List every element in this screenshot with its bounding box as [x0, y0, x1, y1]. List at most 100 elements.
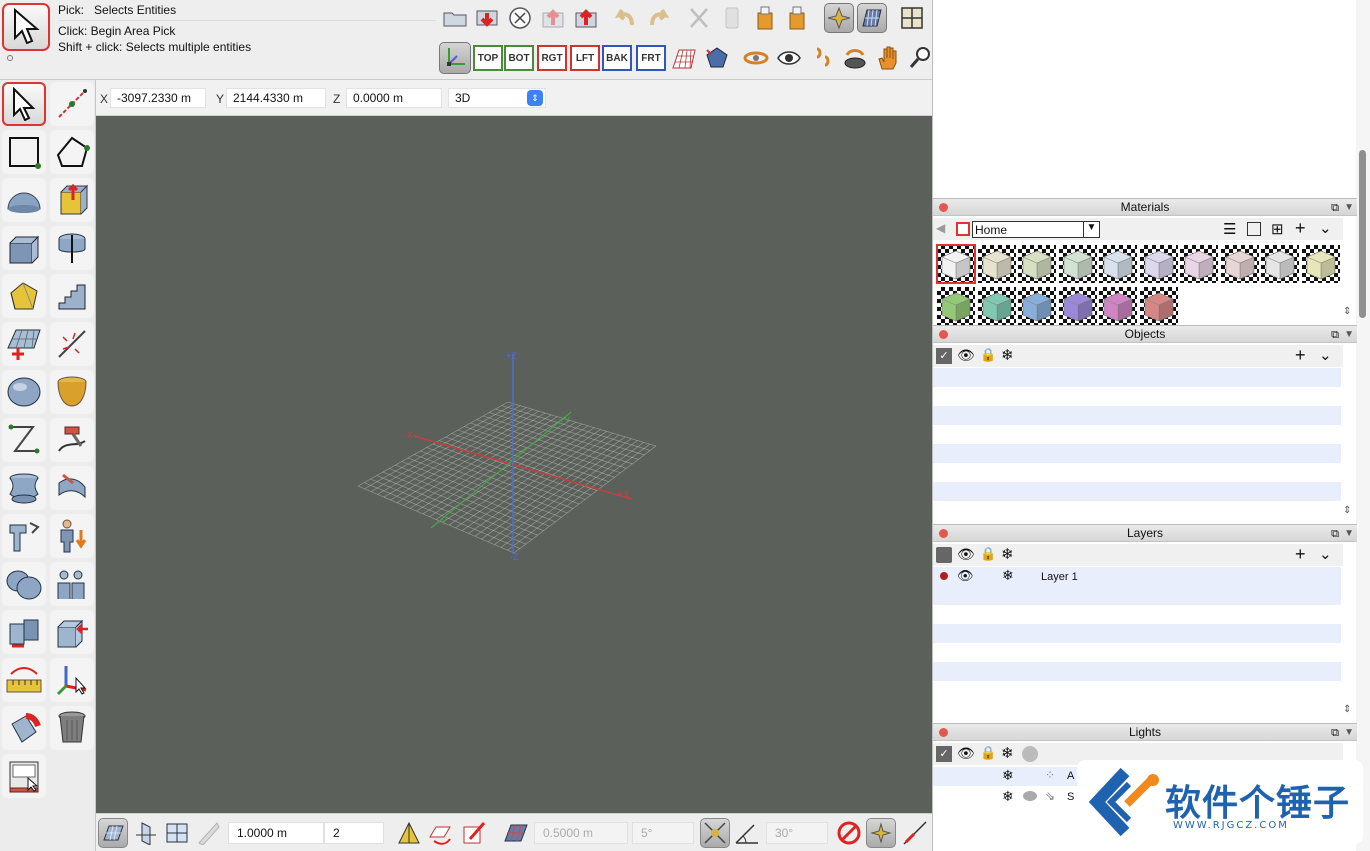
open-file-button[interactable] — [440, 3, 470, 33]
perspective-grid-button[interactable] — [669, 43, 699, 73]
snowflake-icon[interactable]: ❄ — [1002, 567, 1014, 584]
stepper-updown-icon[interactable]: ⇕ — [1343, 704, 1351, 715]
copy-button[interactable] — [717, 3, 747, 33]
upload-button[interactable] — [571, 3, 601, 33]
walk-button[interactable] — [807, 43, 837, 73]
chevron-down-icon[interactable]: ⌄ — [1319, 219, 1332, 237]
align-plane-button[interactable] — [394, 818, 424, 848]
rectangle-tool-button[interactable] — [2, 130, 46, 174]
no-snap-button[interactable] — [834, 818, 864, 848]
stop-button[interactable] — [505, 3, 535, 33]
zoom-button[interactable] — [905, 43, 935, 73]
sphere-tool-button[interactable] — [2, 178, 46, 222]
snap-center-toggle[interactable] — [866, 818, 896, 848]
paste-special-button[interactable] — [782, 3, 812, 33]
prism-tool-button[interactable] — [2, 274, 46, 318]
standard-view-button[interactable] — [702, 43, 732, 73]
snap-angle-2-input[interactable]: 30° — [766, 822, 828, 844]
y-coordinate-input[interactable]: 2144.4330 m — [226, 88, 326, 108]
detach-icon[interactable]: ⧉ — [1331, 725, 1339, 742]
revolve-tool-button[interactable] — [2, 466, 46, 510]
back-triangle-icon[interactable]: ◀ — [936, 221, 945, 235]
window-layout-button[interactable] — [897, 3, 927, 33]
bend-tool-button[interactable] — [50, 418, 94, 462]
import-button[interactable] — [472, 3, 502, 33]
pick-tool-button[interactable] — [2, 82, 46, 126]
measure-tool-button[interactable] — [2, 658, 46, 702]
transform-axis-tool-button[interactable] — [50, 658, 94, 702]
view-right-button[interactable]: RGT — [537, 45, 567, 71]
move-face-tool-button[interactable] — [50, 610, 94, 654]
blob-tool-button[interactable] — [2, 370, 46, 414]
surface-tool-button[interactable] — [2, 322, 46, 366]
detach-icon[interactable]: ⧉ — [1331, 327, 1339, 344]
eye-icon[interactable]: 👁 — [957, 745, 975, 762]
image-import-tool-button[interactable] — [2, 754, 46, 798]
stair-tool-button[interactable] — [50, 274, 94, 318]
extrude-tool-button[interactable] — [50, 178, 94, 222]
subtract-tool-button[interactable] — [2, 610, 46, 654]
view-top-button[interactable]: TOP — [473, 45, 503, 71]
union-tool-button[interactable] — [2, 562, 46, 606]
view-left-button[interactable]: LFT — [570, 45, 600, 71]
material-swatch[interactable] — [1099, 245, 1137, 283]
ground-plane-toggle[interactable] — [98, 818, 128, 848]
collapse-triangle-icon[interactable]: ▼ — [1344, 326, 1354, 343]
lock-icon[interactable]: 🔒 — [980, 347, 996, 363]
material-swatch[interactable] — [1180, 245, 1218, 283]
panels-scrollbar-thumb[interactable] — [1359, 150, 1366, 318]
stepper-updown-icon[interactable]: ⇕ — [1343, 306, 1351, 317]
x-coordinate-input[interactable]: -3097.2330 m — [110, 88, 206, 108]
line-tool-button[interactable] — [50, 82, 94, 126]
snap-grid-button[interactable] — [501, 818, 531, 848]
material-swatch[interactable] — [1058, 287, 1097, 325]
paint-bucket-tool-button[interactable] — [2, 706, 46, 750]
add-layer-icon[interactable]: + — [1295, 544, 1306, 565]
material-swatch[interactable] — [1220, 245, 1259, 283]
material-swatch[interactable] — [937, 287, 975, 325]
grid-size-input[interactable]: 1.0000 m — [228, 822, 324, 844]
snowflake-icon[interactable]: ❄ — [1002, 788, 1014, 805]
view-bottom-button[interactable]: BOT — [504, 45, 534, 71]
material-swatch[interactable] — [1139, 287, 1178, 325]
profile-tool-button[interactable] — [2, 514, 46, 558]
pan-button[interactable] — [873, 43, 903, 73]
detach-icon[interactable]: ⧉ — [1331, 526, 1339, 543]
panels-scrollbar[interactable] — [1356, 0, 1370, 851]
material-swatch[interactable] — [1018, 287, 1056, 325]
snowflake-icon[interactable]: ❄ — [1001, 744, 1014, 762]
stepper-updown-icon[interactable]: ⇕ — [1343, 505, 1351, 516]
detach-icon[interactable]: ⧉ — [1331, 200, 1339, 217]
view-back-button[interactable]: BAK — [602, 45, 632, 71]
layer-row[interactable]: 👁 ❄ Layer 1 — [933, 567, 1341, 586]
eye-icon[interactable]: 👁 — [957, 568, 974, 584]
path-tool-button[interactable] — [2, 418, 46, 462]
close-dot-icon[interactable] — [939, 529, 948, 538]
chevron-down-icon[interactable]: ⌄ — [1319, 545, 1332, 563]
delete-tool-button[interactable] — [50, 706, 94, 750]
checkmark-icon[interactable]: ✓ — [936, 348, 952, 364]
light-bulb-icon[interactable] — [1022, 746, 1038, 762]
grid-view-icon[interactable]: ⊞ — [1271, 220, 1284, 238]
group-tool-button[interactable] — [50, 562, 94, 606]
sweep-tool-button[interactable] — [50, 466, 94, 510]
material-swatch[interactable] — [1099, 287, 1137, 325]
eye-icon[interactable]: 👁 — [957, 347, 975, 364]
look-around-button[interactable] — [774, 43, 804, 73]
view-mode-select[interactable]: 3D ⇕ — [448, 88, 546, 108]
close-dot-icon[interactable] — [939, 728, 948, 737]
orbit-button[interactable] — [741, 43, 771, 73]
undo-button[interactable] — [611, 3, 641, 33]
list-view-icon[interactable]: ☰ — [1223, 220, 1236, 238]
cut-button[interactable] — [684, 3, 714, 33]
collapse-triangle-icon[interactable]: ▼ — [1344, 199, 1354, 216]
turntable-button[interactable] — [840, 43, 870, 73]
vertical-plane-button[interactable] — [130, 818, 160, 848]
lock-icon[interactable]: 🔒 — [980, 745, 996, 761]
close-dot-icon[interactable] — [939, 203, 948, 212]
add-object-icon[interactable]: + — [1295, 345, 1306, 366]
chevron-down-icon[interactable]: ⌄ — [1319, 346, 1332, 364]
current-tool-pick-button[interactable] — [2, 3, 50, 51]
snap-distance-input[interactable]: 0.5000 m — [534, 822, 628, 844]
close-dot-icon[interactable] — [939, 330, 948, 339]
